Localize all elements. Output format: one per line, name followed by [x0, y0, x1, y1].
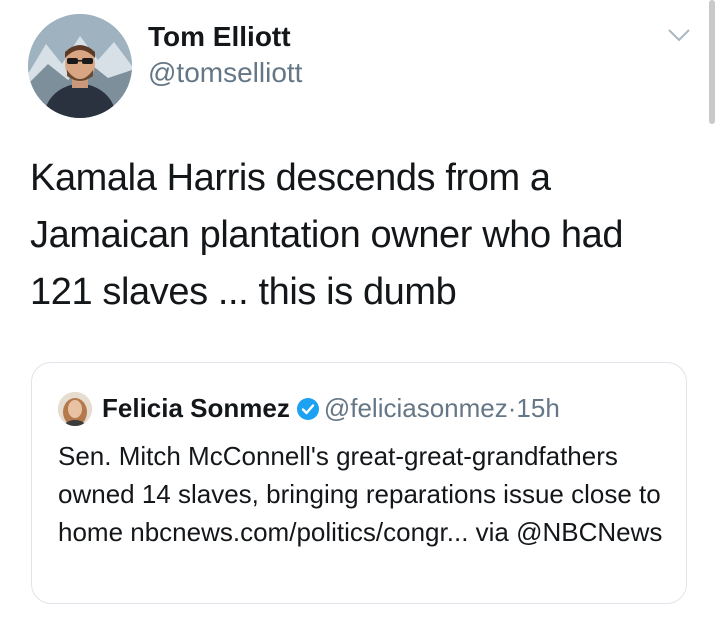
author-handle[interactable]: @tomselliott [148, 56, 302, 90]
quoted-tweet-header: Felicia Sonmez @feliciasonmez·15h [102, 391, 560, 425]
quoted-author-avatar[interactable] [58, 392, 92, 426]
verified-badge-icon [296, 395, 320, 420]
quoted-tweet-text: Sen. Mitch McConnell's great-great-grand… [58, 441, 663, 547]
tweet-text: Kamala Harris descends from a Jamaican p… [30, 157, 624, 313]
chevron-down-icon[interactable] [666, 26, 692, 44]
quoted-tweet-time[interactable]: 15h [516, 393, 559, 423]
quoted-tweet-card[interactable]: Felicia Sonmez @feliciasonmez·15h Sen. Mi… [31, 362, 687, 604]
quoted-author-handle[interactable]: @feliciasonmez [324, 393, 508, 423]
author-avatar[interactable] [28, 14, 132, 118]
quoted-author-name[interactable]: Felicia Sonmez [102, 393, 290, 423]
scrollbar[interactable] [709, 0, 715, 124]
author-name[interactable]: Tom Elliott [148, 20, 291, 54]
